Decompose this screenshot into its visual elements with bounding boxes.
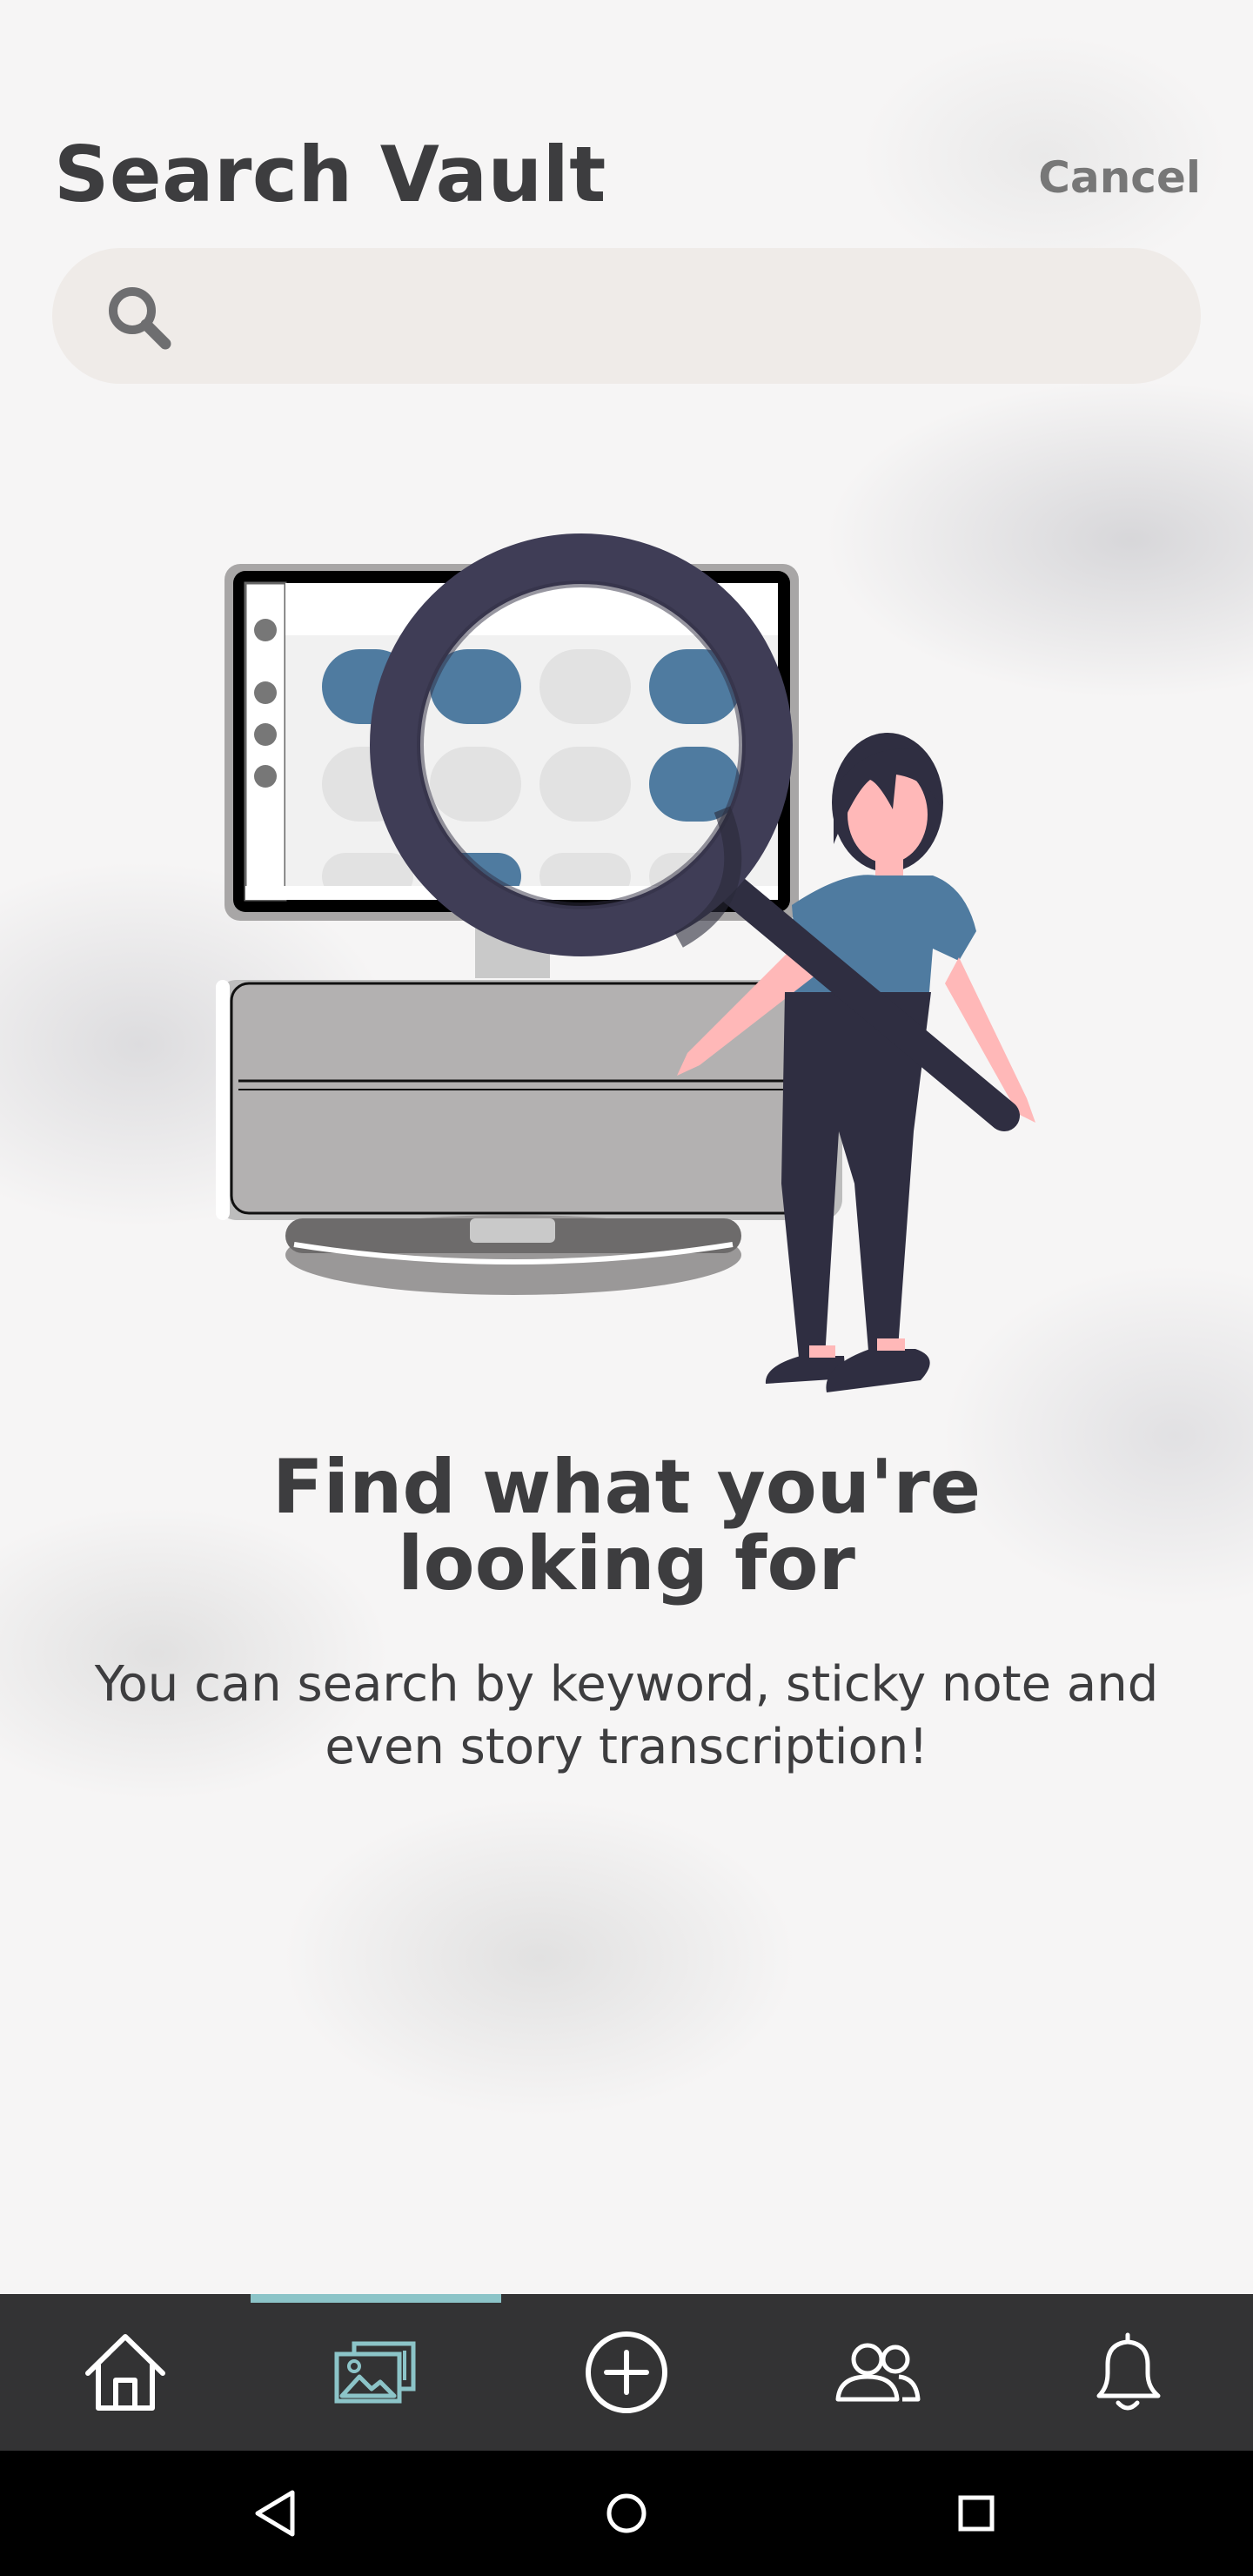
bell-icon [1096, 2332, 1161, 2411]
tab-people[interactable] [752, 2294, 1002, 2451]
back-icon[interactable] [242, 2479, 312, 2548]
recents-icon[interactable] [941, 2479, 1011, 2548]
system-navigation-bar [0, 2451, 1253, 2576]
headline-line-1: Find what you're [271, 1444, 982, 1531]
tab-add[interactable] [501, 2294, 752, 2451]
bottom-tab-bar [0, 2294, 1253, 2451]
home-circle-icon[interactable] [592, 2479, 661, 2548]
home-icon [85, 2334, 165, 2411]
tab-home[interactable] [0, 2294, 251, 2451]
search-illustration [216, 533, 1035, 1392]
empty-state-description: You can search by keyword, sticky note a… [94, 1656, 1159, 1775]
plus-circle-icon [586, 2331, 667, 2413]
page-title: Search Vault [54, 130, 606, 219]
people-icon [835, 2343, 921, 2402]
search-bar[interactable] [52, 248, 1201, 384]
active-tab-indicator [251, 2294, 501, 2303]
empty-state-headline: Find what you're looking for [0, 1449, 1253, 1602]
photos-icon [334, 2341, 416, 2404]
header: Search Vault Cancel [54, 127, 1201, 223]
search-input[interactable] [200, 248, 1149, 384]
cancel-button[interactable]: Cancel [1038, 143, 1201, 212]
headline-line-2: looking for [398, 1520, 855, 1607]
tab-vault[interactable] [251, 2294, 501, 2451]
tab-notifications[interactable] [1002, 2294, 1253, 2451]
search-icon [109, 287, 171, 350]
